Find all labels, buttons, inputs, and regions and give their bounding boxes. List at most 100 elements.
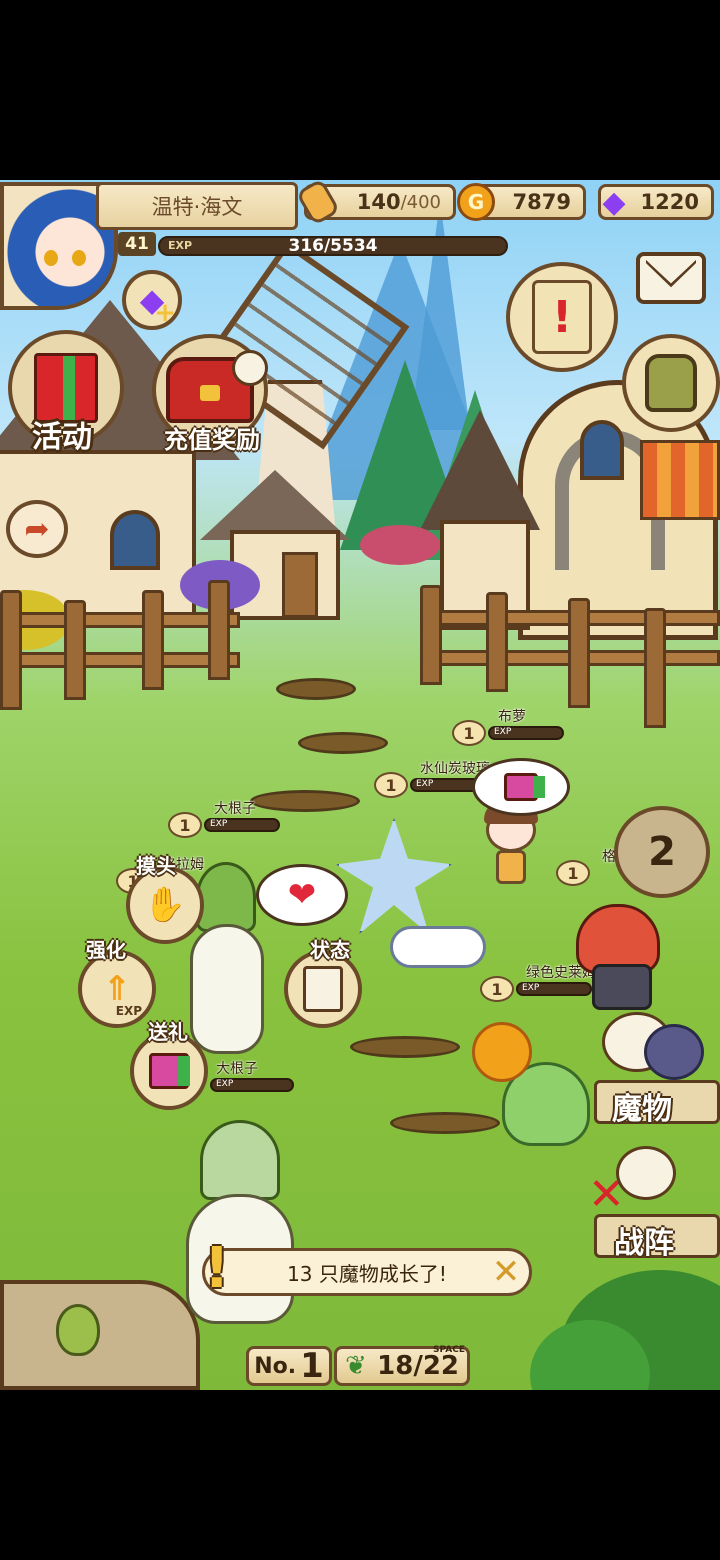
events-label: 活动 [32,420,92,455]
gem-icon: ◆ [602,184,626,220]
share-button[interactable]: ➦ [6,500,68,558]
quest-button[interactable]: ! [506,262,618,372]
gift-speech-bubble[interactable] [472,758,570,816]
page-number: 2 [648,829,676,875]
growth-notification[interactable]: 13 只魔物成长了! [202,1248,532,1296]
monster-level: 1 [452,720,486,746]
exp-value: 316/5534 [288,236,378,256]
heart-icon: ❤ [287,875,317,915]
monster-level: 1 [556,860,590,886]
gem-value: 1220 [640,190,699,214]
shop-awning [640,440,720,520]
gift-icon [504,773,545,801]
close-icon[interactable]: ✕ [486,1252,526,1292]
status-label: 状态 [310,938,350,962]
radish-monster[interactable] [180,1120,300,1330]
share-icon: ➦ [24,511,50,547]
monster-exp-bar: EXP [488,726,564,740]
backpack-button[interactable] [622,334,720,432]
hand-icon: ✋ [143,885,187,925]
monster-exp-bar: EXP [204,818,280,832]
monsters-menu-button[interactable]: 魔物 [588,1000,720,1130]
crystal-flower [336,818,452,934]
fence-post [208,580,230,680]
fence-post [644,608,666,728]
document-icon [303,966,343,1012]
add-gems-button[interactable]: ◆ + [122,270,182,330]
gift-icon [149,1053,190,1089]
formation-label: 战阵 [614,1226,674,1261]
house-door [282,552,318,618]
gift-label: 送礼 [148,1020,188,1044]
dirt-hole [390,1112,500,1134]
monster-portrait-icon [644,1024,704,1080]
farm-number-plate[interactable]: No. 1 [246,1346,332,1386]
monster-portrait-icon [616,1146,676,1200]
farm-label: No. [254,1353,297,1379]
fence-rail [0,612,240,628]
dirt-hole [350,1036,460,1058]
house-window [110,510,160,570]
arrow-up-icon: ⇑ [102,969,132,1009]
monster-exp-bar: EXP [210,1078,294,1092]
mail-icon [646,260,696,288]
cloud [390,926,486,968]
fence-post [486,592,508,692]
monsters-label: 魔物 [612,1092,672,1127]
dirt-hole [276,678,356,700]
space-label: SPACE [433,1345,465,1355]
space-plate: ❦ SPACE 18/22 [334,1345,470,1386]
strengthen-label: 强化 [86,938,126,962]
monster-level: 1 [480,976,514,1002]
monster-name: 布萝 [498,709,526,725]
monster-body [496,850,526,884]
avatar-eye [72,250,86,266]
radish-body [190,924,264,1054]
egg-nest[interactable] [0,1280,200,1390]
bread-max: /400 [400,191,441,213]
next-page-button[interactable]: 2 [614,806,710,898]
formation-menu-button[interactable]: ✕ 战阵 [588,1140,720,1261]
gem-counter[interactable]: ◆ 1220 [598,184,714,220]
monster-egg-icon [56,1304,100,1356]
radish-leaves [200,1120,280,1200]
plus-icon: + [154,298,176,328]
fence-rail [0,652,240,668]
flower-bush [360,525,440,565]
fence-post [568,598,590,708]
gold-counter[interactable]: G 7879 [457,183,586,221]
backpack-icon [645,354,697,412]
fence-post [142,590,164,690]
exp-badge: EXP [115,1004,142,1018]
alert-icon: ! [204,1236,230,1301]
fence-post [64,600,86,700]
fence-post [420,585,442,685]
quest-scroll-icon: ! [532,280,592,354]
dirt-hole [298,732,388,754]
bread-counter[interactable]: 140 /400 [295,178,456,226]
player-name: 温特·海文 [151,195,243,219]
gold-coin-icon: G [457,183,495,221]
avatar-eye [44,250,58,266]
player-exp-bar: EXP 316/5534 [158,236,508,256]
gold-value: 7879 [512,190,571,214]
monster-name: 大根子 [214,801,256,817]
mail-button[interactable] [636,252,706,304]
fence-post [0,590,22,710]
pet-label: 摸头 [136,854,176,878]
clock-icon [232,350,268,386]
leaf-icon: ❦ [345,1351,367,1381]
notification-text: 13 只魔物成长了! [287,1261,447,1286]
monster-level: 1 [168,812,202,838]
dirt-hole [250,790,360,812]
space-value: 18/22 [377,1351,459,1381]
sun-icon [472,1022,532,1082]
recharge-reward-label: 充值奖励 [164,426,260,454]
red-hair-monster[interactable] [572,904,672,1014]
player-name-plate[interactable]: 温特·海文 [96,182,298,230]
farm-number: 1 [300,1346,324,1386]
shop-window [580,420,624,480]
flower-fairy-monster[interactable] [336,818,486,968]
radish-leaves [196,862,256,932]
player-level: 41 [118,232,156,256]
